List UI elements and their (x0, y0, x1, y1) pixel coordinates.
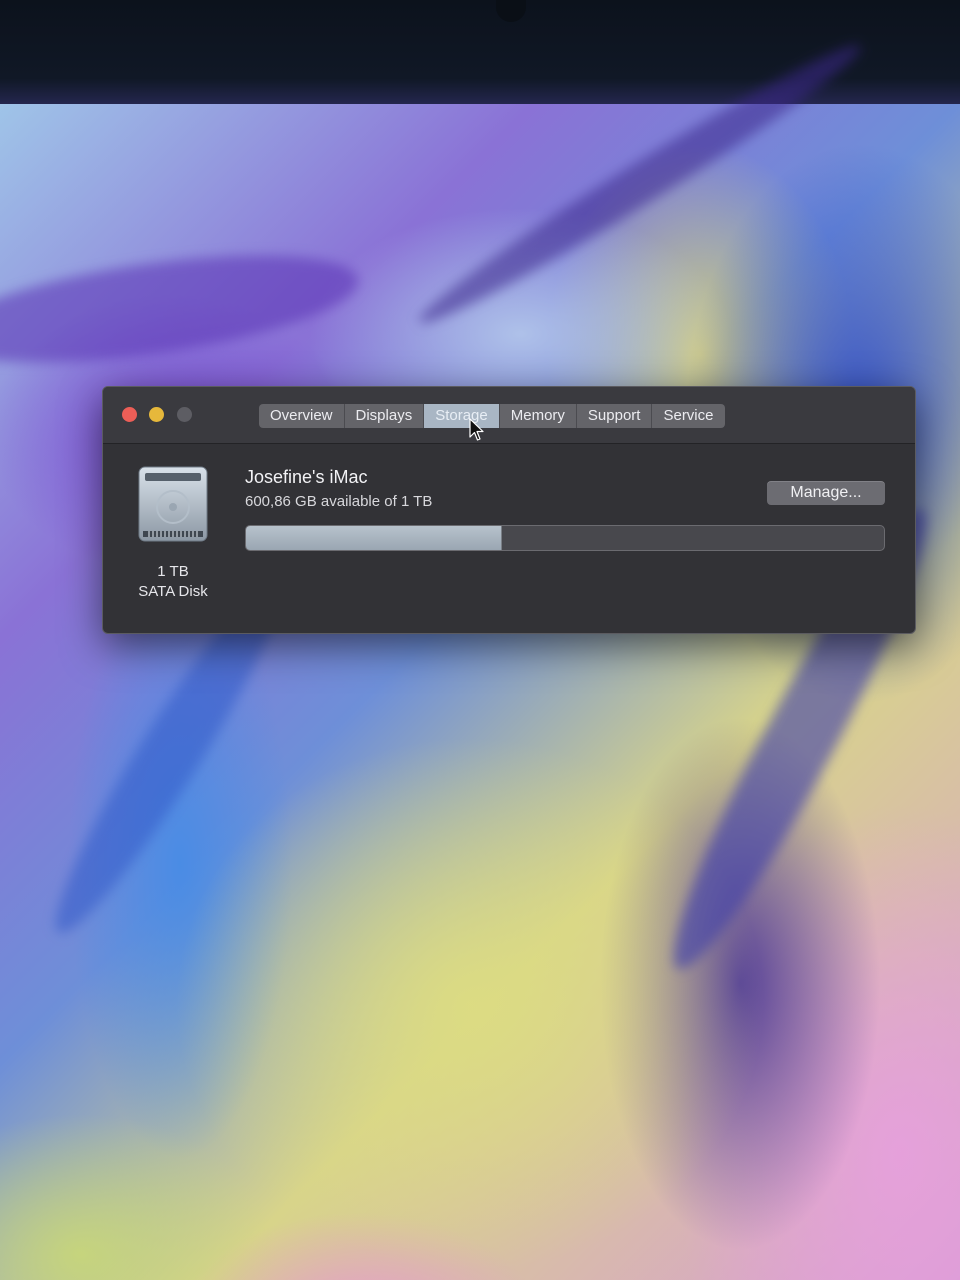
desktop-wallpaper (0, 29, 960, 1280)
about-this-mac-window: Overview Displays Storage Memory Support… (102, 386, 916, 634)
minimize-button[interactable] (149, 407, 164, 422)
storage-usage-bar (245, 525, 885, 551)
manage-button[interactable]: Manage... (767, 481, 885, 505)
tab-storage[interactable]: Storage (424, 404, 500, 428)
disk-name: Josefine's iMac (245, 467, 368, 487)
disk-size-label: 1 TB (157, 563, 189, 580)
tab-displays[interactable]: Displays (345, 404, 425, 428)
monitor-bezel (0, 0, 960, 112)
mouse-pointer-icon (469, 418, 484, 441)
disk-type-label: SATA Disk (138, 583, 208, 600)
hard-drive-icon (138, 466, 208, 542)
close-button[interactable] (122, 407, 137, 422)
tab-overview[interactable]: Overview (259, 404, 345, 428)
tab-service[interactable]: Service (652, 404, 724, 428)
disk-available-text: 600,86 GB available of 1 TB (245, 493, 433, 510)
desktop-screen: Overview Displays Storage Memory Support… (0, 0, 960, 1280)
tab-bar: Overview Displays Storage Memory Support… (259, 404, 725, 428)
wallpaper-streak (0, 235, 365, 383)
tab-memory[interactable]: Memory (500, 404, 577, 428)
camera-icon (496, 0, 526, 22)
title-bar[interactable]: Overview Displays Storage Memory Support… (103, 387, 915, 444)
tab-support[interactable]: Support (577, 404, 653, 428)
zoom-button[interactable] (177, 407, 192, 422)
storage-usage-fill (246, 526, 503, 550)
